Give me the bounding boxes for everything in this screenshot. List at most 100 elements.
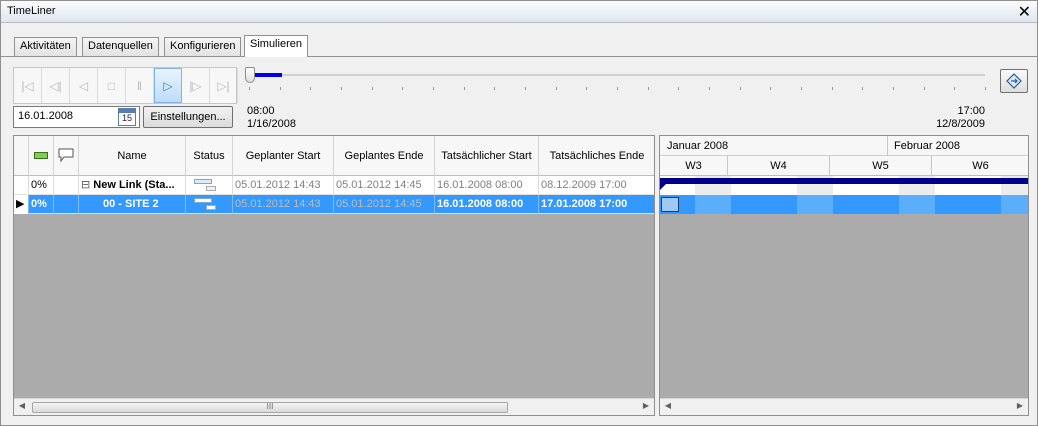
table-row[interactable]: ▶ 0% 00 - SITE 2 05.01.2012 14:43 05.01.… — [14, 195, 654, 214]
progress-cell: 0% — [29, 195, 54, 214]
header-planned-end[interactable]: Geplantes Ende — [334, 136, 435, 176]
slider-tick — [832, 87, 833, 90]
scroll-thumb[interactable]: III — [32, 402, 508, 413]
step-back-button[interactable]: ◁| — [42, 68, 70, 103]
scroll-grip: III — [266, 402, 274, 411]
actual-start-cell: 16.01.2008 08:00 — [435, 176, 539, 195]
slider-tick — [280, 87, 281, 90]
start-time: 08:00 — [247, 105, 275, 117]
header-comment[interactable] — [54, 136, 79, 176]
slider-tick — [985, 87, 986, 90]
actual-end-cell: 17.01.2008 17:00 — [539, 195, 654, 214]
end-time: 17:00 — [957, 105, 985, 117]
play-reverse-icon: ◁ — [78, 78, 89, 93]
timeline-slider[interactable] — [244, 67, 989, 97]
slider-tick — [924, 87, 925, 90]
scroll-left-icon[interactable]: ◀ — [16, 401, 28, 410]
go-to-start-button[interactable]: |◁ — [14, 68, 42, 103]
week-w3: W3 — [660, 156, 728, 176]
slider-tick — [862, 87, 863, 90]
step-forward-button[interactable]: |▷ — [182, 68, 210, 103]
actual-end-cell: 08.12.2009 17:00 — [539, 176, 654, 195]
go-to-end-button[interactable]: ▷| — [210, 68, 238, 103]
slider-tick — [678, 87, 679, 90]
slider-tick — [954, 87, 955, 90]
gantt-row-selected — [660, 195, 1028, 214]
window-title: TimeLiner — [7, 5, 56, 17]
play-reverse-button[interactable]: ◁ — [70, 68, 98, 103]
tab-aktivitaeten[interactable]: Aktivitäten — [14, 37, 77, 56]
slider-tick — [310, 87, 311, 90]
step-forward-icon: |▷ — [189, 78, 202, 93]
grid-header: Name Status Geplanter Start Geplantes En… — [14, 136, 654, 176]
collapse-icon[interactable]: ⊟ — [81, 179, 90, 191]
slider-tick — [617, 87, 618, 90]
month-february: Februar 2008 — [888, 136, 1028, 156]
slider-tick — [525, 87, 526, 90]
slider-tick — [402, 87, 403, 90]
title-bar: TimeLiner ✕ — [1, 1, 1037, 23]
header-planned-start[interactable]: Geplanter Start — [233, 136, 334, 176]
close-icon[interactable]: ✕ — [1018, 2, 1031, 22]
scroll-left-icon[interactable]: ◀ — [662, 401, 674, 410]
slider-tick — [893, 87, 894, 90]
task-grid: Name Status Geplanter Start Geplantes En… — [13, 135, 655, 416]
end-time-label: 17:00 12/8/2009 — [901, 105, 985, 131]
header-actual-start[interactable]: Tatsächlicher Start — [435, 136, 539, 176]
stop-icon: □ — [107, 78, 116, 93]
calendar-icon[interactable]: 15 — [118, 108, 136, 126]
comment-cell — [54, 176, 79, 195]
slider-tick — [341, 87, 342, 90]
step-back-icon: ◁| — [49, 78, 62, 93]
gantt-chart: Januar 2008 Februar 2008 W3 W4 W5 W6 ◀ ▶ — [659, 135, 1029, 416]
progress-cell: 0% — [29, 176, 54, 195]
header-name[interactable]: Name — [79, 136, 186, 176]
header-progress[interactable] — [29, 136, 54, 176]
playback-toolbar: |◁ ◁| ◁ □ ‖ ▷ |▷ ▷| — [13, 67, 238, 104]
status-icon — [194, 177, 216, 193]
slider-tick — [464, 87, 465, 90]
row-indicator — [14, 176, 29, 195]
summary-bar[interactable] — [660, 178, 1028, 184]
table-row[interactable]: 0% ⊟ New Link (Sta... 05.01.2012 14:43 0… — [14, 176, 654, 195]
comment-cell — [54, 195, 79, 214]
start-time-label: 08:00 1/16/2008 — [247, 105, 296, 131]
tab-divider — [1, 56, 1037, 57]
planned-end-cell: 05.01.2012 14:45 — [334, 176, 435, 195]
slider-tick — [648, 87, 649, 90]
slider-track — [249, 74, 985, 76]
pause-button[interactable]: ‖ — [126, 68, 154, 103]
slider-tick — [433, 87, 434, 90]
export-button[interactable] — [1000, 69, 1028, 93]
play-icon: ▷ — [163, 78, 173, 93]
slider-thumb[interactable] — [245, 67, 255, 83]
planned-start-cell: 05.01.2012 14:43 — [233, 195, 334, 214]
status-cell — [186, 176, 233, 195]
tab-datenquellen[interactable]: Datenquellen — [82, 37, 159, 56]
gantt-horizontal-scrollbar[interactable]: ◀ ▶ — [660, 398, 1028, 415]
tab-konfigurieren[interactable]: Konfigurieren — [164, 37, 242, 56]
summary-start-marker — [660, 184, 666, 190]
slider-tick — [556, 87, 557, 90]
header-actual-end[interactable]: Tatsächliches Ende — [539, 136, 654, 176]
name-cell: 00 - SITE 2 — [79, 195, 186, 214]
planned-start-cell: 05.01.2012 14:43 — [233, 176, 334, 195]
scroll-right-icon[interactable]: ▶ — [1014, 401, 1026, 410]
header-status[interactable]: Status — [186, 136, 233, 176]
name-cell: ⊟ New Link (Sta... — [79, 176, 186, 195]
task-bar[interactable] — [661, 197, 679, 212]
date-field[interactable]: 16.01.2008 15 — [13, 106, 140, 128]
go-to-end-icon: ▷| — [217, 78, 230, 93]
timeliner-window: TimeLiner ✕ Aktivitäten Datenquellen Kon… — [0, 0, 1038, 426]
task-name: New Link (Sta... — [93, 179, 175, 191]
scroll-right-icon[interactable]: ▶ — [640, 401, 652, 410]
gantt-week-header: W3 W4 W5 W6 — [660, 156, 1028, 176]
end-date: 12/8/2009 — [936, 118, 985, 130]
grid-horizontal-scrollbar[interactable]: ◀ III ▶ — [14, 398, 654, 415]
date-value: 16.01.2008 — [18, 110, 74, 122]
play-button[interactable]: ▷ — [154, 68, 182, 103]
stop-button[interactable]: □ — [98, 68, 126, 103]
go-to-start-icon: |◁ — [21, 78, 34, 93]
tab-simulieren[interactable]: Simulieren — [244, 35, 308, 57]
settings-button[interactable]: Einstellungen... — [143, 106, 233, 128]
